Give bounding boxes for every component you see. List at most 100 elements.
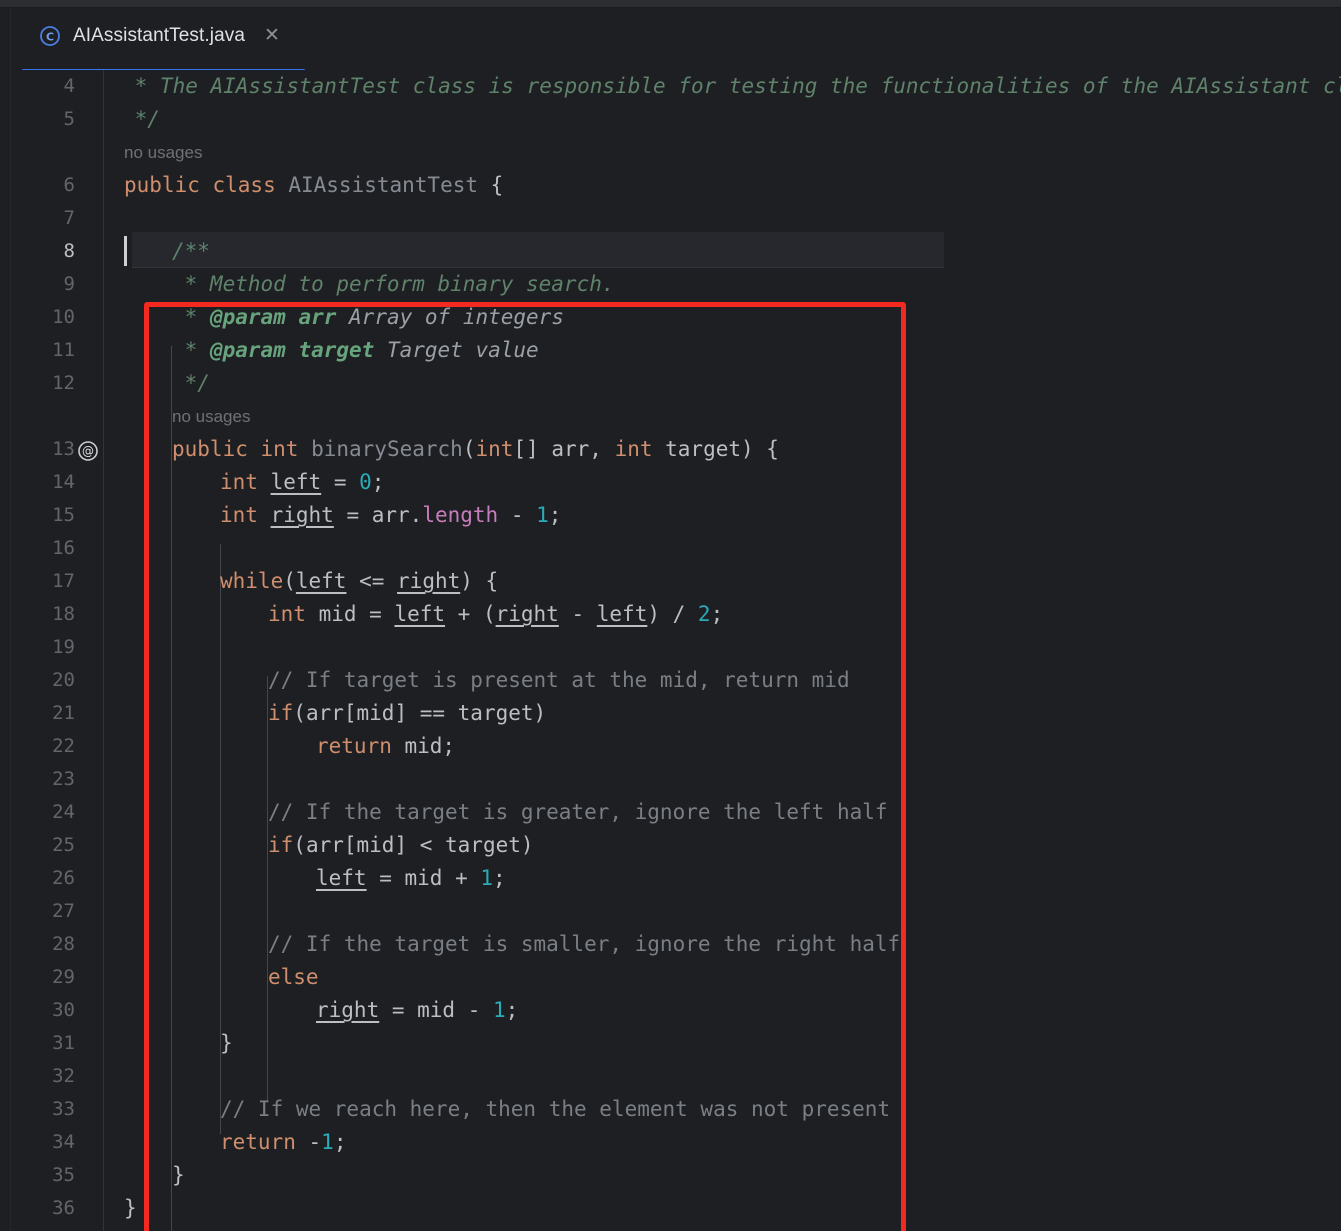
- code-token: if: [268, 833, 294, 857]
- line-number-35[interactable]: 35: [11, 1159, 75, 1192]
- code-token: <=: [346, 569, 398, 593]
- line-number-28[interactable]: 28: [11, 928, 75, 961]
- line-number-13[interactable]: 13: [11, 433, 75, 466]
- editor-code-area[interactable]: * The AIAssistantTest class is responsib…: [104, 70, 1341, 1231]
- editor-gutter[interactable]: 4 5 6 7 8 9 10 11 12 13 @14 15 16 17 18 19 20 21 22 23 24 25 2…: [11, 70, 104, 1231]
- line-number-10[interactable]: 10: [11, 301, 75, 334]
- code-editor[interactable]: 4 5 6 7 8 9 10 11 12 13 @14 15 16 17 18 19 20 21 22 23 24 25 2…: [11, 70, 1341, 1231]
- code-token: ) /: [647, 602, 698, 626]
- line-number-23[interactable]: 23: [11, 763, 75, 796]
- line-number-8[interactable]: 8: [11, 235, 75, 268]
- code-token: left: [270, 470, 322, 494]
- code-line[interactable]: // If the target is smaller, ignore the …: [268, 928, 900, 961]
- code-line[interactable]: if(arr[mid] < target): [268, 829, 534, 862]
- code-line[interactable]: /**: [172, 235, 210, 268]
- line-number-11[interactable]: 11: [11, 334, 75, 367]
- svg-text:@: @: [82, 444, 94, 458]
- code-token: 1: [480, 866, 494, 890]
- line-number-14[interactable]: 14: [11, 466, 75, 499]
- code-line[interactable]: }: [124, 1192, 137, 1225]
- line-number-17[interactable]: 17: [11, 565, 75, 598]
- line-number-4[interactable]: 4: [11, 70, 75, 103]
- line-number-33[interactable]: 33: [11, 1093, 75, 1126]
- code-line[interactable]: */: [122, 103, 160, 136]
- code-token: 1: [493, 998, 506, 1022]
- line-number-19[interactable]: 19: [11, 631, 75, 664]
- code-token: return: [220, 1130, 296, 1154]
- code-line[interactable]: return mid;: [316, 730, 455, 763]
- line-number-31[interactable]: 31: [11, 1027, 75, 1060]
- line-number-15[interactable]: 15: [11, 499, 75, 532]
- code-token: left: [596, 602, 648, 626]
- line-number-12[interactable]: 12: [11, 367, 75, 400]
- code-token: */: [122, 107, 160, 131]
- code-line[interactable]: // If target is present at the mid, retu…: [268, 664, 850, 697]
- code-token: (: [283, 569, 296, 593]
- code-line[interactable]: return -1;: [220, 1126, 346, 1159]
- line-number-34[interactable]: 34: [11, 1126, 75, 1159]
- close-icon[interactable]: ✕: [261, 24, 283, 47]
- inlay-hint-no-usages[interactable]: no usages: [124, 136, 202, 169]
- line-number-21[interactable]: 21: [11, 697, 75, 730]
- code-line[interactable]: int left = 0;: [220, 466, 384, 499]
- code-line[interactable]: */: [172, 367, 210, 400]
- code-line[interactable]: * Method to perform binary search.: [172, 268, 615, 301]
- code-line[interactable]: }: [220, 1027, 233, 1060]
- code-line[interactable]: * The AIAssistantTest class is responsib…: [122, 70, 1341, 103]
- line-number-22[interactable]: 22: [11, 730, 75, 763]
- code-line[interactable]: * @param arr Array of integers: [172, 301, 564, 334]
- code-token: 1: [536, 503, 549, 527]
- line-number-25[interactable]: 25: [11, 829, 75, 862]
- code-token: Target value: [374, 338, 539, 362]
- code-line[interactable]: // If the target is greater, ignore the …: [268, 796, 888, 829]
- code-line[interactable]: int right = arr.length - 1;: [220, 499, 561, 532]
- line-number-9[interactable]: 9: [11, 268, 75, 301]
- code-line[interactable]: public class AIAssistantTest {: [124, 169, 503, 202]
- code-token: binarySearch: [298, 437, 463, 461]
- line-number-27[interactable]: 27: [11, 895, 75, 928]
- window-top-strip: [0, 0, 1341, 8]
- editor-tab-aiassistanttest[interactable]: C AIAssistantTest.java ✕: [23, 8, 297, 63]
- inlay-hint-no-usages[interactable]: no usages: [172, 400, 250, 433]
- code-token: mid;: [391, 734, 456, 758]
- line-number-26[interactable]: 26: [11, 862, 75, 895]
- code-token: Array of integers: [336, 305, 564, 329]
- code-token: @param: [209, 338, 286, 362]
- line-number-16[interactable]: 16: [11, 532, 75, 565]
- code-token: while: [220, 569, 284, 593]
- code-line[interactable]: public int binarySearch(int[] arr, int t…: [172, 433, 779, 466]
- line-number-6[interactable]: 6: [11, 169, 75, 202]
- code-line[interactable]: right = mid - 1;: [316, 994, 518, 1027]
- line-number-30[interactable]: 30: [11, 994, 75, 1027]
- line-number-5[interactable]: 5: [11, 103, 75, 136]
- code-token: = arr.: [333, 503, 423, 527]
- code-line[interactable]: int mid = left + (right - left) / 2;: [268, 598, 723, 631]
- code-token: -: [295, 1130, 322, 1154]
- line-number-29[interactable]: 29: [11, 961, 75, 994]
- code-line[interactable]: // If we reach here, then the element wa…: [220, 1093, 890, 1126]
- code-line[interactable]: if(arr[mid] == target): [268, 697, 546, 730]
- code-line[interactable]: while(left <= right) {: [220, 565, 498, 598]
- code-token: * Method to perform binary search.: [172, 272, 615, 296]
- code-line[interactable]: left = mid + 1;: [316, 862, 506, 895]
- override-annotation-gutter-icon[interactable]: @: [77, 433, 99, 466]
- code-token: [] arr,: [513, 437, 615, 461]
- line-number-18[interactable]: 18: [11, 598, 75, 631]
- code-line[interactable]: else: [268, 961, 319, 994]
- line-number-32[interactable]: 32: [11, 1060, 75, 1093]
- code-token: /**: [172, 239, 210, 263]
- line-number-20[interactable]: 20: [11, 664, 75, 697]
- line-number-24[interactable]: 24: [11, 796, 75, 829]
- code-token: // If target is present at the mid, retu…: [268, 668, 850, 692]
- code-token: arr: [298, 305, 337, 329]
- line-number-36[interactable]: 36: [11, 1192, 75, 1225]
- code-line[interactable]: * @param target Target value: [172, 334, 539, 367]
- code-line[interactable]: }: [172, 1159, 185, 1192]
- code-token: }: [124, 1196, 137, 1220]
- code-token: */: [172, 371, 210, 395]
- indent-guide: [171, 346, 172, 1231]
- code-token: int: [220, 503, 258, 527]
- code-token: int: [220, 470, 258, 494]
- line-number-7[interactable]: 7: [11, 202, 75, 235]
